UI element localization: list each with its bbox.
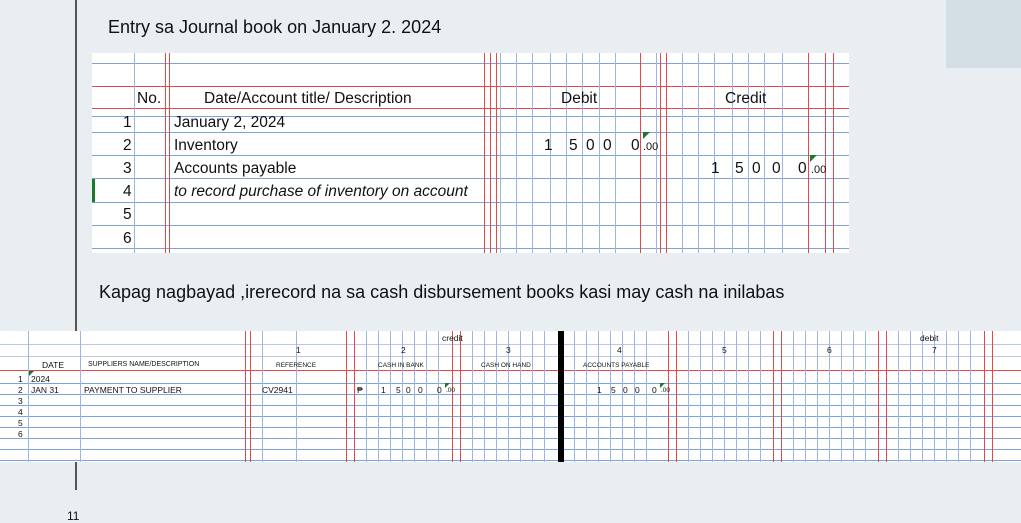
header-credit: Credit xyxy=(725,90,767,107)
debit-digit: 0 xyxy=(603,137,612,154)
row-number: 3 xyxy=(18,396,23,406)
peso-sign: ₱ xyxy=(357,385,363,395)
debit-cents: .00 xyxy=(643,141,659,153)
cell-comment-marker xyxy=(643,132,650,139)
page-title: Entry sa Journal book on January 2. 2024 xyxy=(108,17,442,37)
row-number: 2 xyxy=(18,385,23,395)
credit-digit: 1 xyxy=(711,160,720,177)
column-number: 3 xyxy=(506,345,511,355)
credit-digit: 0 xyxy=(752,160,761,177)
accounts-payable-digit: 0 xyxy=(652,385,657,395)
reference-cell: CV2941 xyxy=(262,385,293,395)
column-number: 2 xyxy=(401,345,406,355)
header-supplier: SUPPLIERS NAME/DESCRIPTION xyxy=(88,361,200,368)
column-number: 7 xyxy=(932,345,937,355)
page-number: 11 xyxy=(67,509,80,523)
row-number: 6 xyxy=(123,230,132,247)
date-cell: JAN 31 xyxy=(31,385,59,395)
corner-decoration xyxy=(946,0,1021,68)
accounts-payable-digit: 0 xyxy=(623,385,628,395)
account-debit: Inventory xyxy=(174,137,238,154)
cash-in-bank-cents: .00 xyxy=(446,387,456,394)
column-divider xyxy=(558,331,564,462)
row-number: 1 xyxy=(18,374,23,384)
column-number: 5 xyxy=(722,345,727,355)
header-cash-in-bank: CASH IN BANK xyxy=(378,362,424,369)
header-description: Date/Account title/ Description xyxy=(204,90,412,107)
credit-digit: 5 xyxy=(735,160,744,177)
credit-digit: 0 xyxy=(772,160,781,177)
row-number: 6 xyxy=(18,429,23,439)
supplier-cell: PAYMENT TO SUPPLIER xyxy=(84,385,182,395)
entry-explanation: to record purchase of inventory on accou… xyxy=(174,183,468,200)
cash-in-bank-digit: 1 xyxy=(381,385,386,395)
journal-sheet: No. Date/Account title/ Description Debi… xyxy=(92,53,849,253)
year-cell: 2024 xyxy=(31,374,50,384)
account-credit: Accounts payable xyxy=(174,160,297,177)
cash-in-bank-digit: 5 xyxy=(396,385,401,395)
debit-digit: 0 xyxy=(586,137,595,154)
row-number: 5 xyxy=(123,206,132,223)
row-number: 1 xyxy=(123,114,132,131)
header-accounts-payable: ACCOUNTS PAYABLE xyxy=(583,362,650,369)
debit-digit: 1 xyxy=(544,137,553,154)
caption-text: Kapag nagbayad ,irerecord na sa cash dis… xyxy=(99,282,785,302)
row-number: 4 xyxy=(18,407,23,417)
header-debit: Debit xyxy=(561,90,598,107)
debit-digit: 0 xyxy=(631,137,640,154)
row-number: 3 xyxy=(123,160,132,177)
selected-row-indicator xyxy=(92,179,95,202)
header-reference: REFERENCE xyxy=(276,362,317,369)
header-cash-on-hand: CASH ON HAND xyxy=(481,362,531,369)
accounts-payable-cents: .00 xyxy=(661,387,671,394)
entry-date: January 2, 2024 xyxy=(174,114,286,131)
row-number: 2 xyxy=(123,137,132,154)
cell-comment-marker xyxy=(810,155,817,162)
cash-in-bank-digit: 0 xyxy=(406,385,411,395)
group-debit-label: debit xyxy=(920,333,939,343)
group-credit-label: credit xyxy=(442,333,463,343)
accounts-payable-digit: 0 xyxy=(635,385,640,395)
debit-digit: 5 xyxy=(569,137,578,154)
cash-in-bank-digit: 0 xyxy=(437,385,442,395)
cash-disbursement-sheet: credit debit 1 2 3 4 5 6 7 DATE SUPPLIER… xyxy=(0,331,1021,462)
credit-cents: .00 xyxy=(811,164,827,176)
header-date: DATE xyxy=(42,360,65,370)
column-number: 4 xyxy=(617,345,622,355)
row-number: 4 xyxy=(123,183,132,200)
cash-in-bank-digit: 0 xyxy=(418,385,423,395)
accounts-payable-digit: 5 xyxy=(611,385,616,395)
row-number: 5 xyxy=(18,418,23,428)
credit-digit: 0 xyxy=(798,160,807,177)
column-number: 1 xyxy=(296,345,301,355)
column-number: 6 xyxy=(827,345,832,355)
header-no: No. xyxy=(137,90,162,107)
accounts-payable-digit: 1 xyxy=(597,385,602,395)
